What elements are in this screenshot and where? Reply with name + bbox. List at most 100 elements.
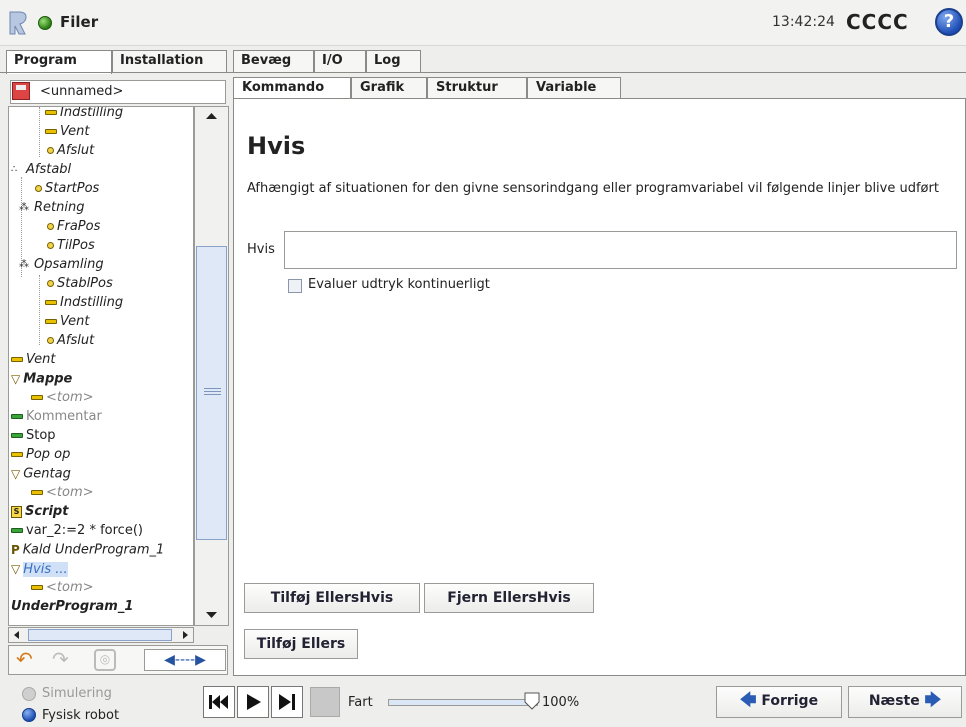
tree-node[interactable]: S Script — [11, 503, 68, 522]
undo-icon[interactable]: ↶ — [16, 649, 40, 671]
expression-input[interactable] — [284, 231, 957, 269]
tree-node[interactable]: ⁂ Retning — [19, 199, 84, 218]
tab-divider — [0, 72, 966, 73]
tree-node-selected[interactable]: ▽ Hvis ... — [11, 560, 68, 579]
tab-graphics[interactable]: Grafik — [351, 77, 427, 98]
tab-io[interactable]: I/O — [314, 50, 366, 72]
tree-node[interactable]: ▽ Gentag — [11, 465, 71, 484]
simulation-label[interactable]: Simulering — [42, 686, 112, 701]
tree-node[interactable]: FraPos — [45, 218, 100, 237]
wait-icon — [45, 129, 57, 134]
setting-icon — [45, 300, 57, 305]
tab-program[interactable]: Program — [6, 50, 112, 74]
tree-node[interactable]: UnderProgram_1 — [11, 598, 133, 617]
previous-button[interactable]: 🡄 Forrige — [716, 686, 842, 718]
tree-node[interactable]: ▽ Mappe — [11, 370, 72, 389]
help-icon[interactable]: ? — [935, 8, 963, 36]
scroll-down-icon[interactable] — [195, 606, 228, 624]
popup-icon — [11, 452, 23, 457]
tree-node[interactable]: Indstilling — [45, 107, 123, 123]
tree-node[interactable]: <tom> — [31, 389, 94, 408]
speed-slider[interactable] — [388, 699, 538, 706]
tree-scroll-thumb[interactable] — [196, 246, 227, 540]
page-title: Hvis — [247, 132, 306, 160]
remove-elseif-button[interactable]: Fjern EllersHvis — [424, 583, 594, 613]
wait-icon — [45, 319, 57, 324]
stop-button[interactable] — [310, 687, 340, 717]
tree-node[interactable]: P Kald UnderProgram_1 — [11, 541, 164, 560]
speed-label: Fart — [348, 695, 373, 710]
waypoint-icon — [47, 280, 54, 287]
tree-node[interactable]: <tom> — [31, 579, 94, 598]
empty-icon — [31, 490, 43, 495]
physical-robot-radio[interactable] — [22, 708, 36, 722]
tree-hscroll-thumb[interactable] — [28, 629, 172, 641]
expand-panel-button[interactable]: ◀----▶ — [144, 649, 226, 671]
tree-node[interactable]: StartPos — [33, 180, 99, 199]
scroll-left-icon[interactable] — [11, 629, 23, 641]
step-icon — [279, 694, 295, 710]
scroll-up-icon[interactable] — [195, 107, 228, 125]
tree-node[interactable]: Vent — [45, 123, 89, 142]
robot-name: CCCC — [846, 10, 909, 34]
loop-triangle-icon: ▽ — [11, 467, 21, 481]
tree-node[interactable]: Stop — [11, 427, 56, 446]
file-menu[interactable]: Filer — [60, 13, 98, 31]
step-button[interactable] — [271, 686, 303, 718]
tab-log[interactable]: Log — [366, 50, 421, 72]
tree-node[interactable]: Pop op — [11, 446, 70, 465]
tree-node[interactable]: Vent — [45, 313, 89, 332]
redo-icon[interactable]: ↷ — [52, 649, 76, 671]
program-name: <unnamed> — [40, 84, 124, 99]
description: Afhængigt af situationen for den givne s… — [247, 181, 939, 196]
tree-node[interactable]: TilPos — [45, 237, 95, 256]
tree-node[interactable]: var_2:=2 * force() — [11, 522, 143, 541]
waypoint-icon — [47, 242, 54, 249]
physical-robot-label[interactable]: Fysisk robot — [42, 708, 119, 723]
tab-installation[interactable]: Installation — [112, 50, 227, 72]
evaluate-checkbox-label[interactable]: Evaluer udtryk kontinuerligt — [308, 277, 490, 292]
tree-node[interactable]: Afslut — [45, 142, 94, 161]
waypoint-icon — [47, 223, 54, 230]
tree-node[interactable]: StablPos — [45, 275, 113, 294]
comment-icon — [11, 414, 23, 419]
tab-command[interactable]: Kommando — [233, 77, 351, 98]
clock: 13:42:24 — [772, 14, 835, 30]
tree-node[interactable]: Afslut — [45, 332, 94, 351]
tree-node[interactable]: Vent — [11, 351, 55, 370]
speed-value: 100% — [542, 695, 580, 710]
arrow-left-icon: 🡄 — [739, 689, 757, 709]
folder-triangle-icon: ▽ — [11, 372, 21, 386]
waypoint-icon — [47, 147, 54, 154]
tab-variables[interactable]: Variable — [527, 77, 621, 98]
rewind-icon — [209, 695, 228, 709]
waypoint-icon — [35, 185, 42, 192]
tree-node[interactable]: Kommentar — [11, 408, 102, 427]
assignment-icon — [11, 528, 23, 533]
speed-slider-handle[interactable] — [524, 692, 540, 710]
tab-structure[interactable]: Struktur — [427, 77, 527, 98]
play-icon — [247, 694, 261, 710]
pallet-icon: ∴ — [11, 163, 18, 175]
save-icon[interactable] — [12, 82, 30, 100]
disable-node-icon[interactable]: ◎ — [94, 649, 116, 671]
evaluate-checkbox[interactable] — [288, 279, 302, 293]
tree-node[interactable]: <tom> — [31, 484, 94, 503]
rewind-button[interactable] — [203, 686, 235, 718]
add-else-button[interactable]: Tilføj Ellers — [244, 629, 358, 659]
add-elseif-button[interactable]: Tilføj EllersHvis — [244, 583, 420, 613]
pickup-icon: ⁂ — [19, 258, 29, 270]
wait-icon — [11, 357, 23, 362]
scroll-right-icon[interactable] — [179, 629, 191, 641]
next-button[interactable]: Næste 🡆 — [848, 686, 962, 718]
file-status-icon[interactable] — [38, 16, 52, 30]
tab-move[interactable]: Bevæg — [233, 50, 314, 72]
tree-node[interactable]: Indstilling — [45, 294, 123, 313]
script-icon: S — [11, 505, 22, 518]
tree-node[interactable]: ⁂ Opsamling — [19, 256, 104, 275]
empty-icon — [31, 585, 43, 590]
app-logo-icon — [9, 11, 27, 35]
program-tree[interactable]: Indstilling Vent Afslut ∴ Afstabl StartPo… — [8, 106, 194, 626]
play-button[interactable] — [237, 686, 269, 718]
simulation-radio[interactable] — [22, 687, 36, 701]
